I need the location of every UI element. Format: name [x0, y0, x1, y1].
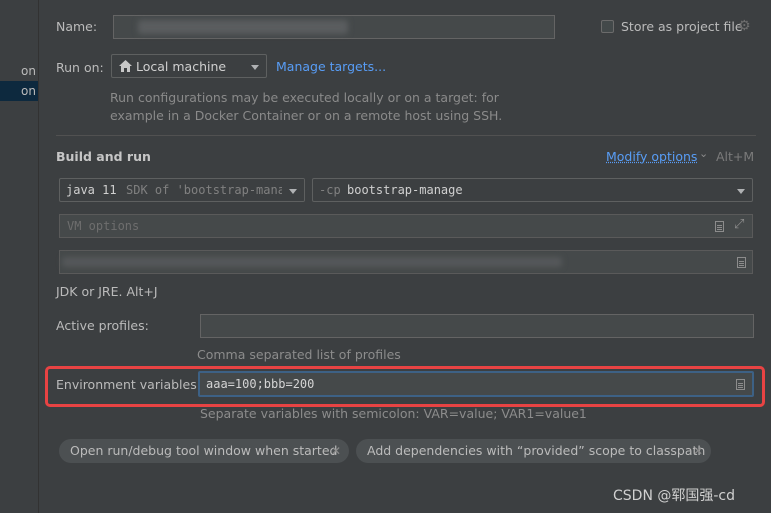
redacted-name [138, 20, 348, 34]
close-icon[interactable]: ✕ [331, 439, 341, 463]
separator [56, 135, 756, 136]
tree-item-label: on [21, 84, 36, 98]
watermark: CSDN @郓国强-cd [613, 488, 736, 504]
chevron-down-icon [289, 189, 297, 194]
name-label: Name: [56, 19, 98, 34]
active-profiles-hint: Comma separated list of profiles [197, 347, 401, 362]
chevron-down-icon [737, 189, 745, 194]
main-class-field[interactable] [59, 250, 753, 274]
build-and-run-heading: Build and run [56, 149, 151, 164]
vm-options-placeholder: VM options [67, 219, 140, 233]
home-icon [119, 60, 132, 72]
vm-options-field[interactable]: VM options ⤢ [59, 214, 753, 238]
close-icon[interactable]: ✕ [693, 439, 703, 463]
chevron-down-icon: ⌄ [699, 147, 709, 160]
option-chip-label: Add dependencies with “provided” scope t… [367, 443, 706, 458]
classpath-value: bootstrap-manage [347, 183, 463, 197]
option-chip-label: Open run/debug tool window when started [70, 443, 338, 458]
jdk-select[interactable]: java 11 SDK of 'bootstrap-manag [59, 178, 305, 202]
run-on-value: Local machine [136, 59, 227, 74]
option-chip[interactable]: Add dependencies with “provided” scope t… [356, 439, 711, 463]
modify-options-link[interactable]: Modify options [606, 149, 697, 164]
store-as-project-label[interactable]: Store as project file [621, 19, 743, 34]
chevron-down-icon [251, 65, 259, 70]
classpath-prefix: -cp [319, 183, 341, 197]
jdk-select-secondary: SDK of 'bootstrap-manag [126, 183, 293, 197]
redacted-main-class [62, 257, 562, 267]
name-field[interactable] [113, 15, 555, 39]
tree-item-selected[interactable]: on [0, 81, 38, 101]
environment-variables-hint: Separate variables with semicolon: VAR=v… [200, 406, 587, 421]
environment-variables-label: Environment variables: [56, 377, 201, 392]
run-on-description-1: Run configurations may be executed local… [110, 90, 499, 105]
expand-text-icon[interactable] [736, 379, 745, 390]
expand-text-icon[interactable] [715, 221, 724, 232]
environment-variables-input[interactable]: aaa=100;bbb=200 [198, 371, 754, 397]
run-on-label: Run on: [56, 60, 104, 75]
tree-item[interactable]: on [0, 61, 38, 81]
classpath-select[interactable]: -cp bootstrap-manage [312, 178, 753, 202]
jdk-hint: JDK or JRE. Alt+J [56, 284, 158, 299]
run-on-description-2: example in a Docker Container or on a re… [110, 108, 503, 123]
maximize-icon[interactable]: ⤢ [734, 217, 744, 232]
modify-options-shortcut: Alt+M [716, 149, 755, 164]
run-on-select[interactable]: Local machine [111, 54, 267, 78]
option-chip[interactable]: Open run/debug tool window when started … [59, 439, 349, 463]
jdk-select-value: java 11 [66, 183, 117, 197]
store-as-project-checkbox[interactable] [601, 20, 614, 33]
active-profiles-label: Active profiles: [56, 318, 149, 333]
tree-item-label: on [21, 64, 36, 78]
gear-icon[interactable]: ⚙ [738, 19, 753, 34]
expand-text-icon[interactable] [737, 257, 746, 268]
manage-targets-link[interactable]: Manage targets... [276, 59, 386, 74]
active-profiles-input[interactable] [200, 314, 754, 338]
environment-variables-value: aaa=100;bbb=200 [206, 377, 315, 391]
